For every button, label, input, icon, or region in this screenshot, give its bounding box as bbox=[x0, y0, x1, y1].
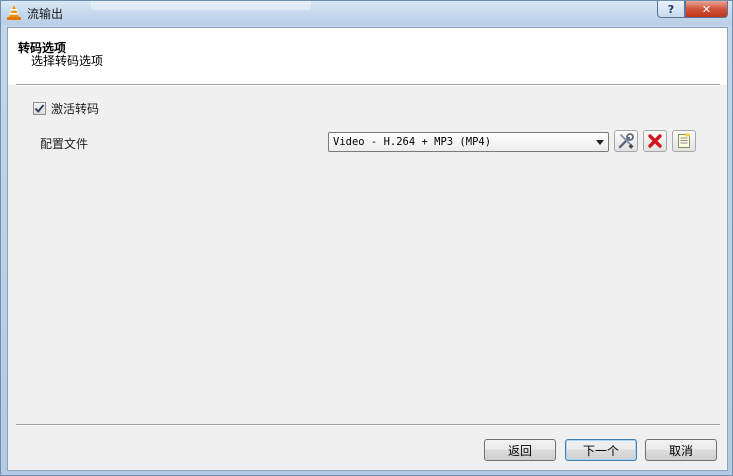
footer-divider bbox=[16, 424, 720, 426]
enable-transcode-label: 激活转码 bbox=[51, 102, 100, 116]
cancel-button[interactable]: 取消 bbox=[645, 439, 717, 461]
wizard-page: 转码选项 选择转码选项 激活转码 配置文件 Video - H.264 + MP… bbox=[7, 27, 728, 471]
help-icon: ? bbox=[667, 2, 675, 16]
window-title: 流输出 bbox=[27, 7, 64, 21]
checkbox-box[interactable] bbox=[33, 102, 46, 115]
page-header: 转码选项 选择转码选项 bbox=[8, 28, 727, 85]
red-x-icon bbox=[648, 134, 662, 148]
checkmark-icon bbox=[34, 104, 45, 113]
chevron-down-icon bbox=[596, 140, 604, 145]
stream-output-window: 流输出 ? ✕ 转码选项 选择转码选项 激活转码 配置文件 Video - H.… bbox=[0, 0, 733, 476]
new-profile-icon bbox=[678, 133, 690, 148]
profile-select-value: Video - H.264 + MP3 (MP4) bbox=[333, 136, 492, 148]
background-window-ghost bbox=[91, 1, 311, 10]
next-button[interactable]: 下一个 bbox=[565, 439, 637, 461]
title-bar[interactable]: 流输出 ? ✕ bbox=[1, 1, 732, 25]
page-subtitle: 选择转码选项 bbox=[31, 54, 104, 68]
help-button[interactable]: ? bbox=[657, 1, 685, 18]
close-button[interactable]: ✕ bbox=[685, 1, 728, 18]
wrench-screwdriver-icon bbox=[618, 133, 634, 149]
vlc-cone-icon bbox=[7, 5, 21, 20]
delete-profile-button[interactable] bbox=[643, 130, 667, 152]
new-profile-button[interactable] bbox=[672, 130, 696, 152]
profile-select[interactable]: Video - H.264 + MP3 (MP4) bbox=[328, 132, 609, 152]
edit-profile-button[interactable] bbox=[614, 130, 638, 152]
close-icon: ✕ bbox=[701, 2, 712, 16]
back-button[interactable]: 返回 bbox=[484, 439, 556, 461]
enable-transcode-checkbox[interactable]: 激活转码 bbox=[33, 100, 99, 117]
profile-label: 配置文件 bbox=[40, 137, 89, 151]
header-divider bbox=[16, 84, 720, 86]
